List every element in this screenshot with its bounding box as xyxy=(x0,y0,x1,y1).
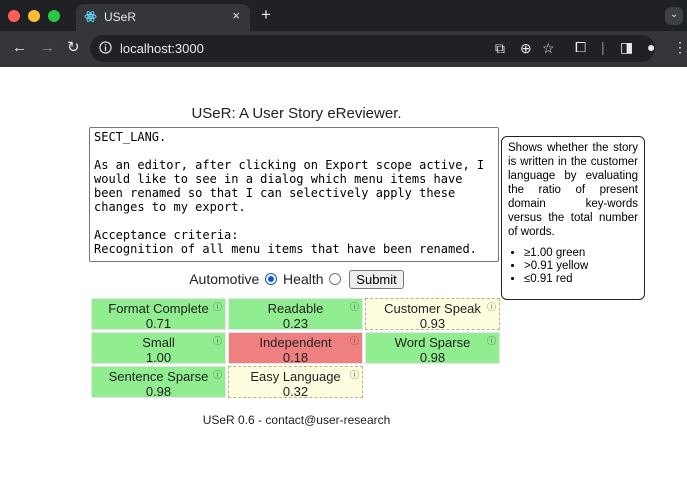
metric-label: Easy Language xyxy=(250,369,341,384)
submit-button[interactable]: Submit xyxy=(349,270,404,289)
metric-sentence-sparse[interactable]: ⓘ Sentence Sparse 0.98 xyxy=(91,366,226,399)
reload-icon[interactable]: ↻ xyxy=(67,40,80,56)
metric-word-sparse[interactable]: ⓘ Word Sparse 0.98 xyxy=(365,332,500,365)
tab-close-icon[interactable]: × xyxy=(232,8,240,23)
metric-label: Small xyxy=(142,335,175,350)
bookmark-star-icon[interactable]: ☆ xyxy=(542,40,555,57)
metric-value: 0.93 xyxy=(419,316,446,331)
forward-arrow-icon[interactable]: → xyxy=(40,40,55,56)
side-panel-icon[interactable]: ◨ xyxy=(620,39,633,56)
domain-radio-health[interactable] xyxy=(329,273,342,285)
metric-value: 0.71 xyxy=(145,316,172,331)
metric-value: 0.18 xyxy=(282,350,309,365)
tooltip-text: Shows whether the story is written in th… xyxy=(508,142,638,238)
browser-toolbar: ← → ↻ localhost:3000 ⧉ ⊕ ☆ ⧠ | ◨ ● ⋮ xyxy=(0,31,687,67)
profile-icon[interactable]: ● xyxy=(647,39,655,55)
extensions-icon[interactable]: ⧠ xyxy=(575,39,586,56)
react-icon xyxy=(84,11,97,22)
metric-small[interactable]: ⓘ Small 1.00 xyxy=(91,332,226,365)
toolbar-divider: | xyxy=(601,39,605,55)
metric-customer-speak[interactable]: ⓘ Customer Speak 0.93 xyxy=(365,298,500,331)
domain-label-health: Health xyxy=(283,271,324,287)
address-bar[interactable]: localhost:3000 ⧉ ⊕ ☆ xyxy=(90,35,655,62)
metric-easy-language[interactable]: ⓘ Easy Language 0.32 xyxy=(228,366,363,399)
metric-value: 1.00 xyxy=(145,350,172,365)
info-icon[interactable]: ⓘ xyxy=(213,300,222,315)
url-text: localhost:3000 xyxy=(120,41,204,56)
user-story-textarea[interactable]: SECT_LANG. As an editor, after clicking … xyxy=(89,127,499,262)
minimize-window-button[interactable] xyxy=(28,10,40,22)
info-icon[interactable]: ⓘ xyxy=(213,334,222,349)
zoom-icon[interactable]: ⊕ xyxy=(520,40,532,57)
browser-tab-bar: USeR × + ⌄ xyxy=(0,0,687,31)
footer-text: USeR 0.6 - contact@user-research xyxy=(202,413,391,427)
domain-controls: Automotive Health Submit xyxy=(0,270,593,289)
tab-search-button[interactable]: ⌄ xyxy=(665,7,683,25)
tab-title: USeR xyxy=(104,10,137,24)
info-icon[interactable]: ⓘ xyxy=(213,368,222,383)
threshold-item: ≥1.00 green xyxy=(524,247,638,260)
metric-value: 0.32 xyxy=(282,384,309,399)
site-info-icon[interactable] xyxy=(99,41,112,54)
info-icon[interactable]: ⓘ xyxy=(350,300,359,315)
metric-format-complete[interactable]: ⓘ Format Complete 0.71 xyxy=(91,298,226,331)
metric-label: Readable xyxy=(267,301,324,316)
page-viewport: USeR: A User Story eReviewer. SECT_LANG.… xyxy=(0,67,687,482)
maximize-window-button[interactable] xyxy=(48,10,60,22)
browser-tab[interactable]: USeR × xyxy=(76,4,250,31)
page-title: USeR: A User Story eReviewer. xyxy=(191,105,402,122)
back-arrow-icon[interactable]: ← xyxy=(12,40,27,56)
chevron-down-icon: ⌄ xyxy=(670,9,679,20)
new-tab-button[interactable]: + xyxy=(261,5,271,25)
metric-value: 0.98 xyxy=(145,384,172,399)
metric-label: Word Sparse xyxy=(394,335,471,350)
metric-value: 0.23 xyxy=(282,316,309,331)
metric-readable[interactable]: ⓘ Readable 0.23 xyxy=(228,298,363,331)
info-icon[interactable]: ⓘ xyxy=(350,368,359,383)
info-icon[interactable]: ⓘ xyxy=(487,334,496,349)
info-icon[interactable]: ⓘ xyxy=(487,300,496,315)
metric-label: Format Complete xyxy=(108,301,209,316)
domain-label-automotive: Automotive xyxy=(189,271,260,287)
metric-label: Independent xyxy=(259,335,332,350)
metrics-grid: ⓘ Format Complete 0.71 ⓘ Readable 0.23 ⓘ… xyxy=(91,298,501,399)
metric-independent[interactable]: ⓘ Independent 0.18 xyxy=(228,332,363,365)
metric-value: 0.98 xyxy=(419,350,446,365)
more-menu-icon[interactable]: ⋮ xyxy=(673,39,687,56)
cast-icon[interactable]: ⧉ xyxy=(495,40,505,57)
metric-label: Customer Speak xyxy=(384,301,481,316)
close-window-button[interactable] xyxy=(8,10,20,22)
domain-radio-automotive[interactable] xyxy=(265,273,278,285)
info-icon[interactable]: ⓘ xyxy=(350,334,359,349)
metric-label: Sentence Sparse xyxy=(108,369,209,384)
